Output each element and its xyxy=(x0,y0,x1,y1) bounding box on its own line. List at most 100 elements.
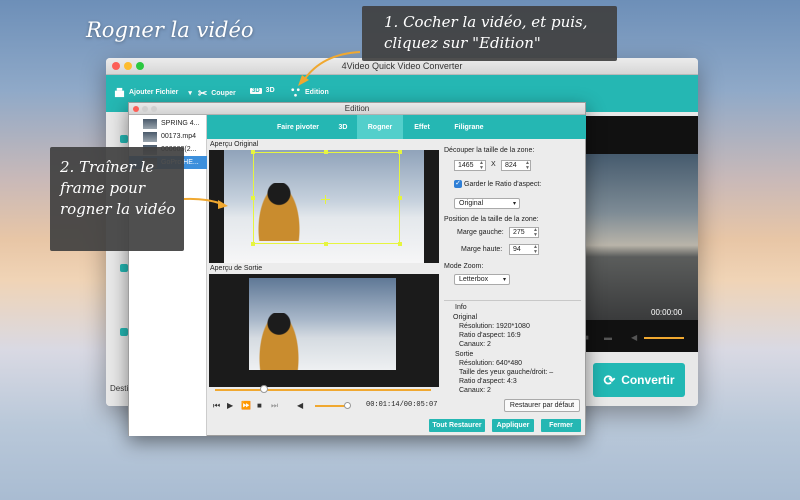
video-thumbnail xyxy=(143,131,157,142)
original-preview-label: Aperçu Original xyxy=(210,141,259,148)
close-button[interactable]: Fermer xyxy=(541,419,581,432)
tab-3d[interactable]: 3D xyxy=(329,115,357,139)
scissors-icon: ✂ xyxy=(198,88,208,100)
info-original-title: Original xyxy=(453,314,478,321)
dialog-title: Edition xyxy=(344,104,370,113)
three-d-button[interactable]: 3D 3D xyxy=(250,87,275,94)
top-margin-label: Marge haute: xyxy=(461,246,503,253)
cut-button[interactable]: ✂ Couper xyxy=(198,87,236,100)
callout-step-2: 2. Traîner le frame pour rogner la vidéo xyxy=(50,147,184,251)
tab-watermark[interactable]: Filigrane xyxy=(441,115,497,139)
crop-center-marker xyxy=(321,199,330,200)
file-checkbox[interactable] xyxy=(120,264,128,272)
seek-knob[interactable] xyxy=(260,385,268,393)
add-file-icon xyxy=(114,87,125,98)
dialog-minimize-button[interactable] xyxy=(142,106,148,112)
add-file-button[interactable]: Ajouter Fichier ▾ xyxy=(114,87,192,98)
info-line: Canaux: 2 xyxy=(459,387,491,394)
add-file-label: Ajouter Fichier xyxy=(129,89,179,96)
top-margin-stepper-icon[interactable]: ▲ ▼ xyxy=(533,245,538,255)
left-margin-stepper-icon[interactable]: ▲ ▼ xyxy=(533,228,538,238)
callout-step-2-text: 2. Traîner le frame pour rogner la vidéo xyxy=(60,158,176,218)
close-window-button[interactable] xyxy=(112,62,120,70)
apply-button[interactable]: Appliquer xyxy=(492,419,534,432)
snowboarder-figure xyxy=(259,313,299,370)
dialog-tabbar: Faire pivoter 3D Rogner Effet Filigrane xyxy=(207,115,586,139)
restore-default-button[interactable]: Restaurer par défaut xyxy=(504,399,580,412)
callout-step-1-text: 1. Cocher la vidéo, et puis, cliquez sur… xyxy=(384,13,588,52)
crop-handle[interactable] xyxy=(398,196,402,200)
info-line: Canaux: 2 xyxy=(459,341,491,348)
zoom-mode-value: Letterbox xyxy=(459,276,489,283)
info-line: Taille des yeux gauche/droit: – xyxy=(459,369,554,376)
folder-icon[interactable]: ▬ xyxy=(604,333,612,342)
chevron-down-icon: ▾ xyxy=(512,201,516,207)
preview-time: 00:00:00 xyxy=(651,308,683,317)
info-line: Résolution: 1920*1080 xyxy=(459,323,530,330)
aspect-ratio-select[interactable]: Original ▾ xyxy=(454,198,520,209)
volume-knob[interactable] xyxy=(344,402,351,409)
crop-handle[interactable] xyxy=(324,242,328,246)
previous-icon[interactable]: ⏮ xyxy=(213,401,220,411)
main-volume-slider[interactable] xyxy=(644,337,684,339)
edit-icon xyxy=(291,88,300,97)
time-display: 00:01:14/00:05:07 xyxy=(366,401,438,409)
output-preview-label: Aperçu de Sortie xyxy=(210,265,263,272)
keep-ratio-label: Garder le Ratio d'aspect: xyxy=(464,181,542,188)
file-list-item[interactable]: 00173.mp4 xyxy=(129,130,207,143)
file-checkbox[interactable] xyxy=(120,328,128,336)
stop-icon[interactable]: ■ xyxy=(257,401,262,410)
crop-handle[interactable] xyxy=(324,150,328,154)
volume-icon[interactable]: ◀ xyxy=(631,333,637,342)
tab-rotate[interactable]: Faire pivoter xyxy=(267,115,329,139)
info-title: Info xyxy=(455,304,467,311)
tab-crop[interactable]: Rogner xyxy=(357,115,403,139)
edit-dialog: Edition SPRING 4... 00173.mp4 000603(2..… xyxy=(128,102,586,436)
three-d-icon: 3D xyxy=(250,87,262,94)
fast-forward-icon[interactable]: ⏩ xyxy=(241,401,251,410)
info-output-title: Sortie xyxy=(455,351,474,358)
file-name: SPRING 4... xyxy=(161,120,200,127)
three-d-label: 3D xyxy=(265,87,275,94)
width-stepper-icon[interactable]: ▲ ▼ xyxy=(479,161,484,171)
main-window-title: 4Video Quick Video Converter xyxy=(341,61,463,71)
dialog-close-button[interactable] xyxy=(133,106,139,112)
crop-size-label: Découper la taille de la zone: xyxy=(444,147,535,154)
tab-effect[interactable]: Effet xyxy=(403,115,441,139)
play-icon[interactable]: ▶ xyxy=(227,401,233,410)
dialog-titlebar: Edition xyxy=(129,103,585,115)
crop-handle[interactable] xyxy=(251,242,255,246)
chevron-down-icon[interactable]: ▾ xyxy=(188,89,192,97)
crop-handle[interactable] xyxy=(398,150,402,154)
video-thumbnail xyxy=(143,118,157,129)
keep-ratio-checkbox[interactable]: ✓ xyxy=(454,180,462,188)
crop-handle[interactable] xyxy=(251,196,255,200)
callout-step-1: 1. Cocher la vidéo, et puis, cliquez sur… xyxy=(362,6,617,61)
minimize-window-button[interactable] xyxy=(124,62,132,70)
zoom-window-button[interactable] xyxy=(136,62,144,70)
destination-label: Desti xyxy=(110,384,129,393)
preview-image xyxy=(580,154,698,320)
edit-button[interactable]: Edition xyxy=(290,87,329,98)
zoom-mode-select[interactable]: Letterbox ▾ xyxy=(454,274,510,285)
info-line: Ratio d'aspect: 16:9 xyxy=(459,332,521,339)
crop-handle[interactable] xyxy=(398,242,402,246)
file-list-item[interactable]: SPRING 4... xyxy=(129,117,207,130)
next-icon[interactable]: ⏭ xyxy=(271,401,278,411)
seek-bar[interactable] xyxy=(215,389,431,391)
info-line: Ratio d'aspect: 4:3 xyxy=(459,378,517,385)
edit-label: Edition xyxy=(305,89,329,96)
file-checkbox[interactable] xyxy=(120,135,128,143)
height-stepper-icon[interactable]: ▲ ▼ xyxy=(525,161,530,171)
refresh-icon: ⟳ xyxy=(603,371,616,388)
zoom-mode-label: Mode Zoom: xyxy=(444,263,484,270)
crop-size-separator: X xyxy=(491,161,496,168)
position-label: Position de la taille de la zone: xyxy=(444,216,539,223)
crop-handle[interactable] xyxy=(251,150,255,154)
convert-button[interactable]: ⟳ Convertir xyxy=(593,363,685,397)
restore-all-button[interactable]: Tout Restaurer xyxy=(429,419,485,432)
info-line: Résolution: 640*480 xyxy=(459,360,523,367)
crop-frame[interactable] xyxy=(253,152,400,244)
volume-icon[interactable]: ◀ xyxy=(297,401,303,410)
dialog-zoom-button[interactable] xyxy=(151,106,157,112)
